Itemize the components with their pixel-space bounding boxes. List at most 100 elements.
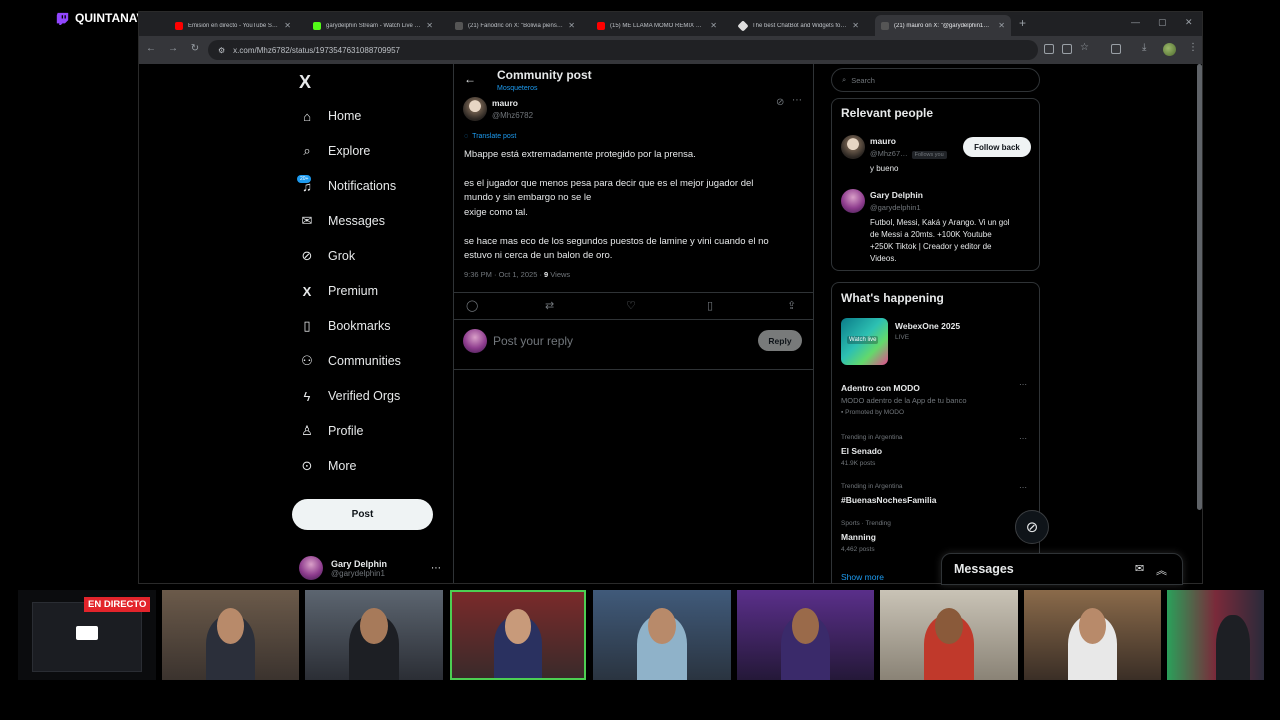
- person-bio: Videos.: [870, 254, 897, 263]
- close-tab-icon[interactable]: ✕: [852, 21, 859, 30]
- browser-tab[interactable]: (15) ME LLAMA MOMO REMIX Fe… ✕: [591, 15, 723, 36]
- home-icon: ⌂: [303, 108, 311, 124]
- author-handle[interactable]: @Mhz6782: [492, 111, 533, 120]
- post-text: estuvo ni cerca de un balon de oro.: [464, 250, 613, 261]
- person-bio: y bueno: [870, 164, 899, 173]
- more-icon[interactable]: ⋯: [1019, 380, 1027, 389]
- extensions-icon[interactable]: [1111, 44, 1121, 54]
- close-tab-icon[interactable]: ✕: [426, 21, 433, 30]
- relevant-people-title: Relevant people: [841, 106, 934, 120]
- nav-item-home[interactable]: ⌂ Home: [299, 105, 361, 127]
- cast-icon[interactable]: [1044, 44, 1054, 54]
- post-column: ← Community post Mosqueteros mauro @Mhz6…: [453, 64, 814, 583]
- account-more-icon[interactable]: ⋯: [431, 563, 441, 574]
- author-avatar[interactable]: [463, 97, 487, 121]
- youtube-favicon-icon: [597, 21, 605, 30]
- search-icon: ⌕: [303, 143, 311, 158]
- reply-input[interactable]: Post your reply: [493, 334, 573, 348]
- download-icon[interactable]: ⤓: [1142, 42, 1146, 53]
- close-tab-icon[interactable]: ✕: [568, 21, 575, 30]
- more-icon[interactable]: ⋯: [792, 95, 802, 106]
- bookmark-icon[interactable]: ▯: [707, 299, 713, 312]
- trend-posts: 41.9K posts: [841, 460, 876, 467]
- avatar[interactable]: [841, 189, 865, 213]
- new-tab-icon[interactable]: +: [1019, 16, 1026, 30]
- promo-title[interactable]: Adentro con MODO: [841, 383, 920, 393]
- person-name[interactable]: mauro: [870, 136, 896, 146]
- trend-posts: 4,462 posts: [841, 546, 875, 553]
- nav-item-bookmarks[interactable]: ▯ Bookmarks: [299, 315, 390, 337]
- nav-item-more[interactable]: ⊙ More: [299, 455, 357, 477]
- nav-item-messages[interactable]: ✉ Messages: [299, 210, 385, 232]
- author-name[interactable]: mauro: [492, 98, 518, 108]
- close-tab-icon[interactable]: ✕: [710, 21, 717, 30]
- post-button[interactable]: Post: [292, 499, 433, 530]
- address-bar[interactable]: ⚙ x.com/Mhz6782/status/19735476310887099…: [208, 40, 1038, 60]
- repost-icon[interactable]: ⇄: [545, 299, 554, 312]
- site-info-icon[interactable]: ⚙: [218, 46, 225, 55]
- forward-icon[interactable]: →: [166, 43, 180, 54]
- twitch-icon: [56, 12, 69, 25]
- person-bio: de Messi a 20mts. +100K Youtube: [870, 230, 992, 239]
- nav-item-communities[interactable]: ⚇ Communities: [299, 350, 401, 372]
- messages-drawer[interactable]: Messages ✉ ︽: [941, 553, 1183, 585]
- avatar[interactable]: [841, 135, 865, 159]
- watch-live-label: Watch live: [847, 336, 879, 344]
- translate-post-link[interactable]: ◌ Translate post: [464, 133, 516, 140]
- browser-tab[interactable]: garydelphin Stream - Watch Live o… ✕: [307, 15, 439, 36]
- share-icon[interactable]: ⇪: [787, 299, 796, 312]
- nav-item-explore[interactable]: ⌕ Explore: [299, 140, 370, 162]
- follow-back-button[interactable]: Follow back: [963, 137, 1031, 157]
- grok-icon[interactable]: ⊘: [776, 97, 784, 108]
- x-logo[interactable]: X: [299, 72, 311, 93]
- reload-icon[interactable]: ↻: [188, 43, 202, 54]
- minimize-icon[interactable]: —: [1131, 17, 1140, 27]
- event-thumbnail[interactable]: Watch live: [841, 318, 888, 365]
- nav-item-premium[interactable]: X Premium: [299, 280, 378, 302]
- search-input[interactable]: ⌕ Search: [831, 68, 1040, 92]
- back-arrow-icon[interactable]: ←: [464, 72, 476, 86]
- person-name[interactable]: Gary Delphin: [870, 190, 923, 200]
- menu-dots-icon[interactable]: ⋮: [1188, 42, 1198, 53]
- browser-tab[interactable]: The best ChatBot and Widgets fo… ✕: [733, 15, 865, 36]
- nav-item-verified-orgs[interactable]: ϟ Verified Orgs: [299, 385, 401, 407]
- scrollbar[interactable]: [1197, 64, 1202, 510]
- browser-tab-active[interactable]: (21) mauro on X: "@garydelphin1… ✕: [875, 15, 1011, 36]
- nav-item-grok[interactable]: ⊘ Grok: [299, 245, 356, 267]
- person-bio: +250K Tiktok | Creador y editor de: [870, 242, 992, 251]
- trend-context: Trending in Argentina: [841, 483, 903, 490]
- show-more-link[interactable]: Show more: [841, 572, 884, 582]
- new-message-icon[interactable]: ✉: [1135, 562, 1144, 575]
- webcam-tile: [162, 590, 299, 680]
- close-tab-icon[interactable]: ✕: [284, 21, 291, 30]
- trend-name[interactable]: Manning: [841, 532, 876, 542]
- browser-tab[interactable]: (21) Fanodric on X: "Bolivia piens… ✕: [449, 15, 581, 36]
- grok-icon[interactable]: ⊘: [1015, 510, 1049, 544]
- close-tab-icon[interactable]: ✕: [998, 21, 1005, 30]
- close-window-icon[interactable]: ✕: [1185, 17, 1193, 28]
- reply-icon[interactable]: ◯: [466, 299, 478, 312]
- more-icon[interactable]: ⋯: [1019, 483, 1027, 492]
- more-icon[interactable]: ⋯: [1019, 434, 1027, 443]
- community-link[interactable]: Mosqueteros: [497, 85, 537, 92]
- trend-name[interactable]: #BuenasNochesFamilia: [841, 495, 936, 505]
- nav-item-notifications[interactable]: ♫ Notifications: [299, 175, 396, 197]
- back-icon[interactable]: ←: [144, 43, 158, 54]
- star-icon[interactable]: ☆: [1080, 42, 1089, 53]
- follows-you-badge: Follows you: [911, 151, 947, 159]
- maximize-icon[interactable]: ▢: [1158, 17, 1167, 28]
- browser-tab[interactable]: Emisión en directo - YouTube Stu… ✕: [169, 15, 297, 36]
- webcam-tile: [593, 590, 731, 680]
- event-name[interactable]: WebexOne 2025: [895, 321, 960, 331]
- nav-item-profile[interactable]: ♙ Profile: [299, 420, 363, 442]
- profile-avatar[interactable]: [1163, 43, 1176, 56]
- like-icon[interactable]: ♡: [626, 299, 636, 312]
- reply-button[interactable]: Reply: [758, 330, 802, 351]
- post-text: exige como tal.: [464, 207, 528, 218]
- translate-icon[interactable]: [1062, 44, 1072, 54]
- trend-name[interactable]: El Senado: [841, 446, 882, 456]
- bell-icon: ♫: [302, 178, 312, 194]
- account-switcher[interactable]: Gary Delphin @garydelphin1: [299, 556, 387, 580]
- chevron-up-icon[interactable]: ︽: [1156, 562, 1167, 578]
- promoted-label: ▪ Promoted by MODO: [841, 409, 905, 416]
